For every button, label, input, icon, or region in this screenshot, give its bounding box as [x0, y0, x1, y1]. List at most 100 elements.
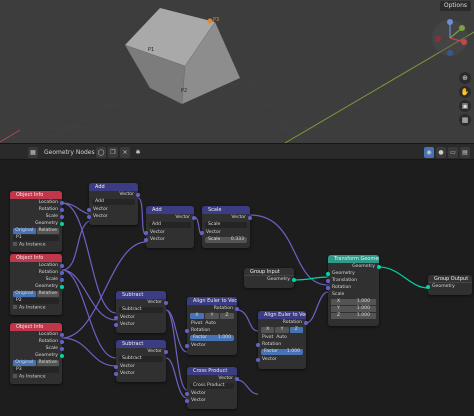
zoom-icon[interactable]: ⊕ [459, 72, 471, 84]
operation-dropdown[interactable]: Cross Product [190, 383, 234, 389]
axis-z[interactable]: Z [289, 327, 303, 333]
output-socket[interactable] [235, 306, 239, 311]
object-field[interactable]: P1 [13, 235, 59, 241]
output-socket[interactable] [60, 332, 64, 337]
cross-product-node[interactable]: Cross Product Vector Cross Product Vecto… [185, 367, 239, 409]
output-socket[interactable] [136, 192, 140, 197]
input-socket[interactable] [185, 398, 189, 403]
input-socket[interactable] [326, 278, 330, 283]
object-info-node-1[interactable]: Object Info Location Rotation Scale Geom… [10, 191, 64, 252]
input-socket[interactable] [87, 207, 91, 212]
add-node-1[interactable]: Add Vector Add Vector Vector [87, 183, 140, 225]
output-socket[interactable] [60, 200, 64, 205]
axis-toggle[interactable]: X Y Z [190, 313, 234, 319]
input-socket[interactable] [144, 237, 148, 242]
add-node-2[interactable]: Add Vector Add Vector Vector [144, 206, 196, 248]
align-euler-node-2[interactable]: Align Euler to Vector Rotation X Y Z Piv… [256, 311, 308, 369]
relative-option[interactable]: Relative [36, 360, 59, 366]
scale-x-field[interactable]: X 1.000 [331, 299, 376, 305]
output-socket[interactable] [164, 300, 168, 305]
input-socket[interactable] [200, 230, 204, 235]
copy-icon[interactable]: ❐ [108, 147, 118, 158]
input-socket[interactable] [185, 328, 189, 333]
output-socket[interactable] [60, 284, 64, 289]
input-socket[interactable] [87, 214, 91, 219]
input-socket[interactable] [326, 271, 330, 276]
input-socket[interactable] [114, 364, 118, 369]
output-socket[interactable] [60, 207, 64, 212]
align-euler-node-1[interactable]: Align Euler to Vector Rotation X Y Z Piv… [185, 297, 239, 355]
axis-x[interactable]: X [190, 313, 204, 319]
grid-view-icon[interactable]: ▦ [459, 114, 471, 126]
output-socket[interactable] [248, 215, 252, 220]
pivot-dropdown[interactable]: Pivot Auto [258, 334, 306, 341]
node-canvas[interactable]: Object Info Location Rotation Scale Geom… [0, 160, 474, 416]
scale-vector-fields[interactable]: X 1.000 Y 1.000 Z 1.000 [331, 299, 376, 319]
snap-icon[interactable]: ◉ [424, 147, 434, 158]
relative-option[interactable]: Relative [36, 291, 59, 297]
operation-dropdown[interactable]: Subtract [119, 307, 163, 313]
relative-option[interactable]: Relative [36, 228, 59, 234]
fake-user-shield-icon[interactable]: ◯ [96, 147, 106, 158]
input-socket[interactable] [144, 230, 148, 235]
object-field[interactable]: P3 [13, 367, 59, 373]
output-socket[interactable] [60, 270, 64, 275]
axis-y[interactable]: Y [275, 327, 289, 333]
camera-icon[interactable]: ▣ [459, 100, 471, 112]
input-socket[interactable] [185, 391, 189, 396]
group-output-node[interactable]: Group Output Geometry [426, 275, 472, 295]
output-socket[interactable] [235, 376, 239, 381]
subtract-node-1[interactable]: Subtract Vector Subtract Vector Vector [114, 291, 168, 333]
as-instance-checkbox[interactable]: As Instance [13, 305, 59, 311]
transform-space-toggle[interactable]: Original Relative [13, 360, 59, 366]
transform-space-toggle[interactable]: Original Relative [13, 228, 59, 234]
input-socket[interactable] [114, 322, 118, 327]
operation-dropdown[interactable]: Add [92, 199, 135, 205]
editor-type-icon[interactable]: ▦ [28, 147, 38, 158]
backdrop-icon[interactable]: ▭ [448, 147, 458, 158]
view-icon[interactable]: ▤ [460, 147, 470, 158]
pin-icon[interactable]: ✱ [133, 147, 143, 158]
output-socket[interactable] [60, 353, 64, 358]
as-instance-checkbox[interactable]: As Instance [13, 242, 59, 248]
output-socket[interactable] [292, 277, 296, 282]
object-info-node-3[interactable]: Object Info Location Rotation Scale Geom… [10, 323, 64, 384]
output-socket[interactable] [60, 277, 64, 282]
transform-space-toggle[interactable]: Original Relative [13, 291, 59, 297]
options-button[interactable]: Options [439, 1, 471, 11]
pan-hand-icon[interactable]: ✋ [459, 86, 471, 98]
factor-field[interactable]: Factor 1.000 [190, 335, 234, 341]
pivot-dropdown[interactable]: Pivot Auto [187, 320, 237, 327]
output-socket[interactable] [304, 320, 308, 325]
axis-y[interactable]: Y [205, 313, 219, 319]
input-socket[interactable] [114, 315, 118, 320]
operation-dropdown[interactable]: Add [149, 222, 191, 228]
3d-viewport[interactable]: P1 P2 P3 Options ⊕ ✋ ▣ ▦ [0, 0, 474, 143]
scale-factor-field[interactable]: Scale 0.333 [205, 237, 247, 243]
object-info-node-2[interactable]: Object Info Location Rotation Scale Geom… [10, 254, 64, 315]
output-socket[interactable] [60, 346, 64, 351]
scale-y-field[interactable]: Y 1.000 [331, 306, 376, 312]
input-socket[interactable] [326, 285, 330, 290]
axis-x[interactable]: X [261, 327, 275, 333]
input-socket[interactable] [256, 357, 260, 362]
original-option[interactable]: Original [13, 228, 36, 234]
output-socket[interactable] [377, 264, 381, 269]
unlink-icon[interactable]: × [120, 147, 130, 158]
overlay-icon[interactable]: ● [436, 147, 446, 158]
navigation-gizmo-icon[interactable] [428, 16, 472, 60]
output-socket[interactable] [60, 263, 64, 268]
factor-field[interactable]: Factor 1.000 [261, 349, 303, 355]
as-instance-checkbox[interactable]: As Instance [13, 374, 59, 380]
operation-dropdown[interactable]: Subtract [119, 356, 163, 362]
axis-z[interactable]: Z [220, 313, 234, 319]
output-socket[interactable] [192, 215, 196, 220]
output-socket[interactable] [60, 221, 64, 226]
original-option[interactable]: Original [13, 291, 36, 297]
scale-z-field[interactable]: Z 1.000 [331, 313, 376, 319]
transform-geometry-node[interactable]: Transform Geometry Geometry Geometry Tra… [326, 255, 381, 326]
input-socket[interactable] [114, 371, 118, 376]
input-socket[interactable] [426, 284, 430, 289]
original-option[interactable]: Original [13, 360, 36, 366]
node-group-name[interactable]: Geometry Nodes [44, 147, 95, 158]
